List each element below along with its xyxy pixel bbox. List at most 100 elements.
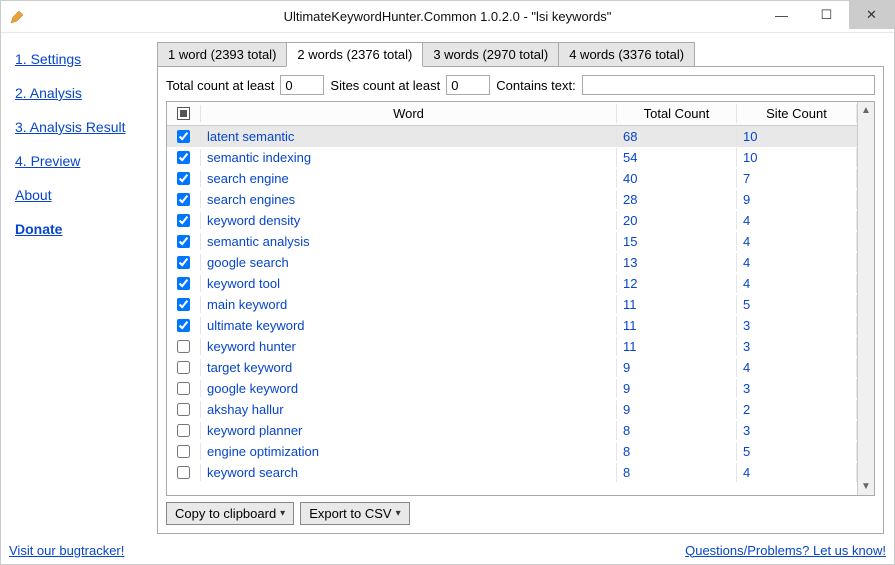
cell-total-count: 40 xyxy=(617,169,737,188)
table-row[interactable]: target keyword94 xyxy=(167,357,857,378)
bugtracker-link[interactable]: Visit our bugtracker! xyxy=(9,543,124,558)
cell-total-count: 54 xyxy=(617,148,737,167)
cell-total-count: 11 xyxy=(617,316,737,335)
tab-panel: Total count at least Sites count at leas… xyxy=(157,66,884,534)
column-total-count[interactable]: Total Count xyxy=(617,104,737,123)
row-checkbox[interactable] xyxy=(177,256,190,269)
close-button[interactable]: ✕ xyxy=(849,1,894,29)
row-checkbox[interactable] xyxy=(177,445,190,458)
cell-site-count: 4 xyxy=(737,463,857,482)
cell-site-count: 3 xyxy=(737,316,857,335)
sidebar-item-about[interactable]: About xyxy=(15,187,52,203)
contains-label: Contains text: xyxy=(496,78,576,93)
table-row[interactable]: latent semantic6810 xyxy=(167,126,857,147)
table-row[interactable]: akshay hallur92 xyxy=(167,399,857,420)
cell-total-count: 28 xyxy=(617,190,737,209)
row-checkbox[interactable] xyxy=(177,382,190,395)
grid-body: latent semantic6810semantic indexing5410… xyxy=(167,126,857,483)
tab-1-word[interactable]: 1 word (2393 total) xyxy=(157,42,287,67)
cell-total-count: 8 xyxy=(617,421,737,440)
scrollbar[interactable]: ▲ ▼ xyxy=(857,102,874,495)
total-count-label: Total count at least xyxy=(166,78,274,93)
cell-total-count: 8 xyxy=(617,463,737,482)
scroll-up-icon[interactable]: ▲ xyxy=(858,102,874,119)
export-to-csv-button[interactable]: Export to CSV xyxy=(300,502,409,525)
row-checkbox[interactable] xyxy=(177,361,190,374)
row-checkbox[interactable] xyxy=(177,340,190,353)
table-row[interactable]: search engines289 xyxy=(167,189,857,210)
table-row[interactable]: keyword density204 xyxy=(167,210,857,231)
sidebar-item-preview[interactable]: 4. Preview xyxy=(15,153,80,169)
scroll-down-icon[interactable]: ▼ xyxy=(858,478,874,495)
table-row[interactable]: keyword search84 xyxy=(167,462,857,483)
table-row[interactable]: keyword hunter113 xyxy=(167,336,857,357)
row-checkbox[interactable] xyxy=(177,466,190,479)
tab-2-words[interactable]: 2 words (2376 total) xyxy=(286,42,423,67)
table-row[interactable]: google keyword93 xyxy=(167,378,857,399)
table-row[interactable]: ultimate keyword113 xyxy=(167,315,857,336)
cell-total-count: 11 xyxy=(617,337,737,356)
table-row[interactable]: google search134 xyxy=(167,252,857,273)
cell-site-count: 4 xyxy=(737,232,857,251)
minimize-button[interactable]: — xyxy=(759,1,804,29)
sidebar-item-donate[interactable]: Donate xyxy=(15,221,62,237)
row-checkbox[interactable] xyxy=(177,298,190,311)
contains-input[interactable] xyxy=(582,75,875,95)
titlebar: UltimateKeywordHunter.Common 1.0.2.0 - "… xyxy=(1,1,894,33)
cell-word: google search xyxy=(201,253,617,272)
row-checkbox[interactable] xyxy=(177,235,190,248)
row-checkbox[interactable] xyxy=(177,403,190,416)
filter-bar: Total count at least Sites count at leas… xyxy=(166,75,875,95)
tab-3-words[interactable]: 3 words (2970 total) xyxy=(422,42,559,67)
row-checkbox[interactable] xyxy=(177,319,190,332)
row-checkbox[interactable] xyxy=(177,277,190,290)
row-checkbox[interactable] xyxy=(177,130,190,143)
row-checkbox[interactable] xyxy=(177,193,190,206)
cell-total-count: 68 xyxy=(617,127,737,146)
copy-to-clipboard-button[interactable]: Copy to clipboard xyxy=(166,502,294,525)
cell-site-count: 10 xyxy=(737,127,857,146)
sites-count-input[interactable] xyxy=(446,75,490,95)
table-row[interactable]: keyword tool124 xyxy=(167,273,857,294)
column-word[interactable]: Word xyxy=(201,104,617,123)
cell-site-count: 3 xyxy=(737,337,857,356)
cell-total-count: 20 xyxy=(617,211,737,230)
cell-word: search engines xyxy=(201,190,617,209)
table-row[interactable]: semantic indexing5410 xyxy=(167,147,857,168)
cell-word: keyword search xyxy=(201,463,617,482)
header-checkbox[interactable] xyxy=(167,105,201,122)
table-row[interactable]: search engine407 xyxy=(167,168,857,189)
cell-site-count: 3 xyxy=(737,379,857,398)
row-checkbox[interactable] xyxy=(177,172,190,185)
cell-site-count: 4 xyxy=(737,358,857,377)
cell-word: keyword tool xyxy=(201,274,617,293)
cell-total-count: 13 xyxy=(617,253,737,272)
row-checkbox[interactable] xyxy=(177,151,190,164)
column-site-count[interactable]: Site Count xyxy=(737,104,857,123)
row-checkbox[interactable] xyxy=(177,214,190,227)
feedback-link[interactable]: Questions/Problems? Let us know! xyxy=(685,543,886,558)
table-row[interactable]: engine optimization85 xyxy=(167,441,857,462)
maximize-button[interactable]: ☐ xyxy=(804,1,849,29)
cell-word: ultimate keyword xyxy=(201,316,617,335)
cell-site-count: 10 xyxy=(737,148,857,167)
cell-site-count: 5 xyxy=(737,442,857,461)
sidebar-item-settings[interactable]: 1. Settings xyxy=(15,51,81,67)
window-buttons: — ☐ ✕ xyxy=(759,1,894,29)
cell-site-count: 7 xyxy=(737,169,857,188)
row-checkbox[interactable] xyxy=(177,424,190,437)
table-row[interactable]: main keyword115 xyxy=(167,294,857,315)
results-grid: Word Total Count Site Count latent seman… xyxy=(166,101,875,496)
sidebar-item-analysis-result[interactable]: 3. Analysis Result xyxy=(15,119,126,135)
total-count-input[interactable] xyxy=(280,75,324,95)
tab-4-words[interactable]: 4 words (3376 total) xyxy=(558,42,695,67)
sidebar-item-analysis[interactable]: 2. Analysis xyxy=(15,85,82,101)
cell-total-count: 12 xyxy=(617,274,737,293)
cell-total-count: 8 xyxy=(617,442,737,461)
cell-word: engine optimization xyxy=(201,442,617,461)
table-row[interactable]: semantic analysis154 xyxy=(167,231,857,252)
cell-word: keyword planner xyxy=(201,421,617,440)
table-row[interactable]: keyword planner83 xyxy=(167,420,857,441)
cell-site-count: 4 xyxy=(737,274,857,293)
app-icon xyxy=(9,9,25,25)
